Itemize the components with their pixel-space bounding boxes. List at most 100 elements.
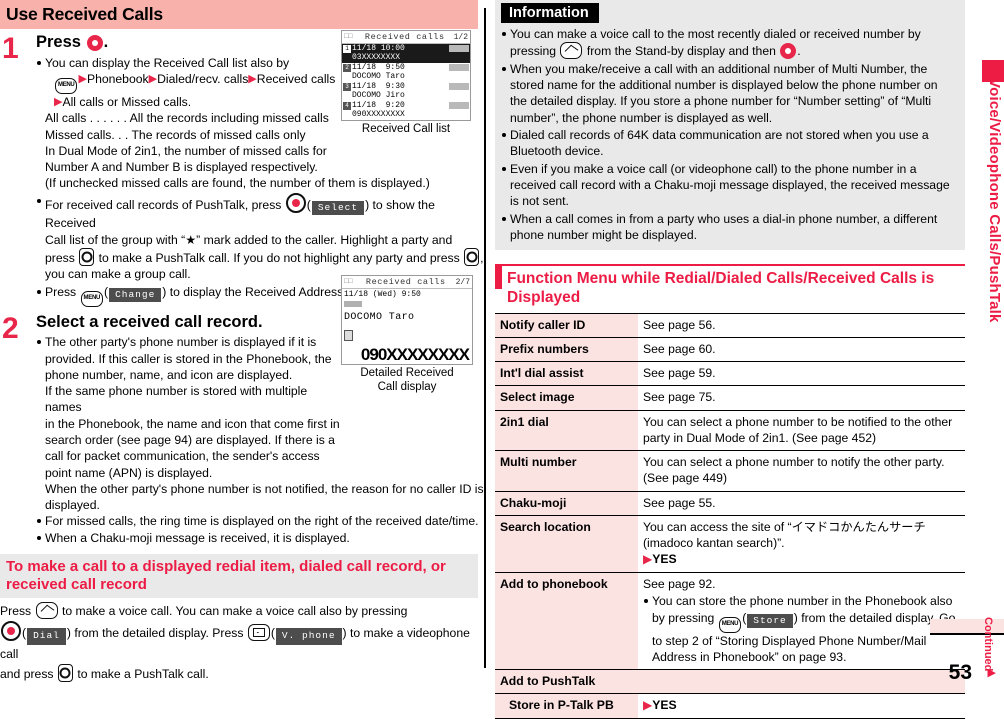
detail-name: DOCOMO Taro (344, 312, 415, 323)
table-row[interactable]: Int'l dial assist See page 59. (495, 361, 965, 387)
status-chip-icon (449, 82, 469, 90)
row-index: 4 (343, 101, 351, 110)
row-name: DOCOMO Taro (352, 72, 405, 82)
column-divider (484, 8, 486, 668)
pushtalk-line-1: For received call records of PushTalk, p… (45, 192, 484, 232)
pushtalk-key-icon-3 (57, 663, 73, 682)
sub-heading-make-call: To make a call to a displayed redial ite… (0, 554, 478, 599)
row-date: 11/18 (352, 81, 377, 91)
menu-key: Int'l dial assist (495, 361, 638, 387)
menu-value: You can select a phone number to notify … (638, 450, 965, 492)
softkey-select[interactable]: Select (311, 200, 365, 216)
menu-key: Prefix numbers (495, 337, 638, 363)
screen-title: Received calls (365, 277, 446, 287)
menu-key: Add to phonebook (495, 572, 638, 671)
line: to make a PushTalk call. If you do not h… (98, 251, 460, 265)
table-row[interactable]: 2in1 dial You can select a phone number … (495, 410, 965, 452)
row-index: 2 (343, 63, 351, 72)
pushtalk-line-3: press to make a PushTalk call. If you do… (45, 248, 484, 266)
call-list-row[interactable]: 4 11/18 9:20 090XXXXXXXX (342, 101, 470, 120)
row-date: 11/18 (352, 100, 377, 110)
bullet-chaku-moji: When a Chaku-moji message is received, i… (36, 530, 484, 546)
information-title: Information (501, 3, 599, 23)
continued-arrow-icon: ▶ (987, 667, 996, 679)
line: . (797, 44, 801, 59)
row-time: 10:00 (380, 44, 405, 53)
side-tab: Voice/Videophone Calls/PushTalk (982, 0, 1004, 352)
line: Phonebook (86, 72, 149, 87)
line: and press (0, 666, 54, 681)
softkey-dial[interactable]: Dial (27, 628, 66, 646)
menu-key: Notify caller ID (495, 313, 638, 339)
menu-value-cell: You can access the site of “イマドコかんたんサーチ … (638, 515, 965, 574)
line: Call list of the group with “★” mark add… (45, 232, 453, 247)
softkey-store[interactable]: Store (747, 613, 793, 629)
table-row-fullwidth[interactable]: Add to PushTalk (495, 669, 965, 695)
table-row[interactable]: Select image See page 75. (495, 385, 965, 411)
table-row[interactable]: Search location You can access the site … (495, 515, 965, 574)
screen-page: 1/2 (453, 32, 468, 42)
line: The other party's phone number is displa… (45, 335, 317, 350)
closing-line-2: (Dial) from the detailed display. Press … (0, 621, 470, 664)
menu-value: You can access the site of “イマドコかんたんサーチ … (643, 519, 926, 550)
menu-value: See page 60. (638, 337, 965, 363)
table-row-sub[interactable]: Store in P-Talk PB ▶YES (495, 693, 965, 719)
menu-sub-label: YES (652, 552, 677, 567)
line: displayed. (45, 498, 100, 513)
line: When a Chaku-moji message is received, i… (45, 530, 350, 545)
row-name: 090XXXXXXXX (352, 110, 405, 120)
row-time: 9:50 (385, 62, 405, 72)
table-row[interactable]: Add to phonebook See page 92. You can st… (495, 572, 965, 671)
menu-key-icon-2: MENU (80, 290, 104, 307)
softkey-change[interactable]: Change (109, 287, 162, 303)
line: For received call records of PushTalk, p… (45, 197, 282, 212)
screen-titlebar: □□ Received calls 2/7 (342, 276, 472, 289)
menu-sub-value-cell: ▶YES (638, 693, 965, 719)
line: search order (see page 94) are displayed… (45, 433, 335, 448)
signal-icon: □□ (344, 33, 353, 41)
line: provided. If this caller is stored in th… (45, 351, 332, 366)
side-tab-label: Voice/Videophone Calls/PushTalk (986, 78, 1003, 323)
step-2-number: 2 (2, 311, 19, 345)
bullet-detail-info: The other party's phone number is displa… (36, 334, 346, 481)
call-list-row[interactable]: 1 11/18 10:00 03XXXXXXXX (342, 44, 470, 63)
call-list-row[interactable]: 2 11/18 9:50 DOCOMO Taro (342, 63, 470, 82)
mail-key-icon (247, 624, 270, 642)
table-row[interactable]: Prefix numbers See page 60. (495, 337, 965, 363)
screen-titlebar: □□ Received calls 1/2 (342, 31, 470, 44)
line: to make a PushTalk call. (77, 666, 209, 681)
line: point name (APN) is displayed. (45, 465, 213, 480)
line: Dialed/recv. calls (157, 72, 249, 87)
screen-page: 2/7 (455, 277, 470, 287)
caption-line-1: Detailed Received (360, 367, 454, 379)
row-index: 1 (343, 45, 351, 53)
step-1-heading-text: Press (36, 33, 81, 51)
line: ) from the detailed display. Press (66, 626, 244, 641)
function-menu-title: Function Menu while Redial/Dialed Calls/… (507, 270, 935, 307)
screenshot-caption: Received Call list (361, 122, 451, 135)
menu-key-icon-3: MENU (718, 616, 742, 633)
menu-value: You can select a phone number to be noti… (638, 410, 965, 452)
table-row[interactable]: Notify caller ID See page 56. (495, 313, 965, 339)
menu-key: 2in1 dial (495, 410, 638, 452)
center-key-icon (86, 35, 103, 51)
call-list-row[interactable]: 3 11/18 9:30 DOCOMO Jiro (342, 82, 470, 101)
information-box: Information You can make a voice call to… (495, 0, 965, 251)
table-row[interactable]: Multi number You can select a phone numb… (495, 450, 965, 492)
line: When the other party's phone number is n… (45, 481, 484, 496)
menu-note: You can store the phone number in the Ph… (643, 593, 960, 665)
info-item: You can make a voice call to the most re… (501, 26, 957, 60)
detail-number: 090XXXXXXXX (360, 345, 470, 364)
table-row[interactable]: Chaku-moji See page 55. (495, 491, 965, 516)
softkey-vphone[interactable]: V. phone (275, 628, 342, 646)
row-time: 9:20 (385, 100, 405, 110)
phone-type-icon (344, 330, 353, 341)
menu-path-line-2: ▶All calls or Missed calls. (54, 95, 192, 110)
status-chip-icon (449, 63, 469, 71)
screenshot-received-call-list: □□ Received calls 1/2 1 11/18 10:00 03XX… (341, 30, 471, 136)
menu-key: Select image (495, 385, 638, 411)
right-column: Information You can make a voice call to… (495, 0, 965, 719)
screenshot-detailed-call: □□ Received calls 2/7 11/18 (Wed) 9:50 D… (341, 275, 473, 395)
line: You can display the Received Call list a… (45, 55, 290, 70)
menu-key: Search location (495, 515, 638, 574)
